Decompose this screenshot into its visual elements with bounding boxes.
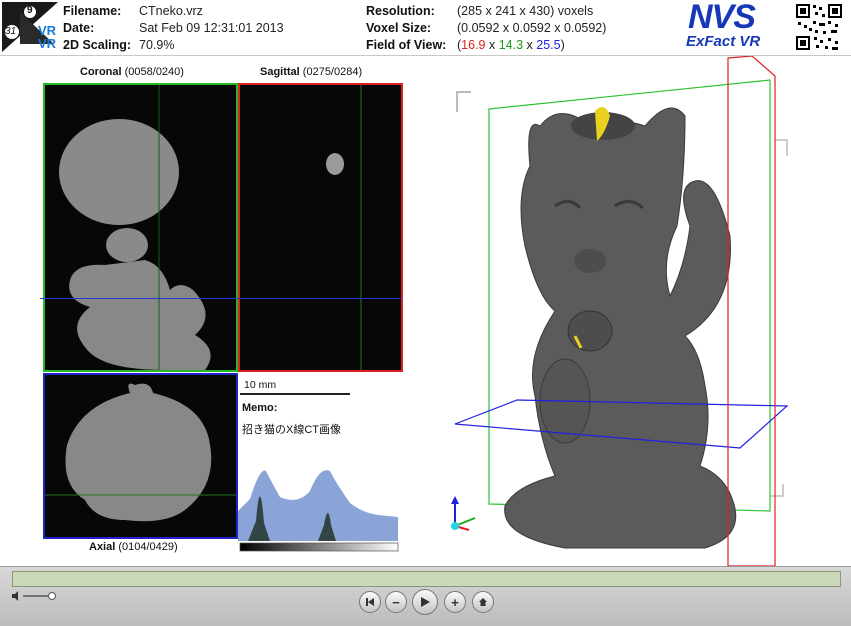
progress-track[interactable]: [12, 571, 841, 587]
scale-bar-label: 10 mm: [244, 379, 277, 391]
brand-logo-top: NVS: [688, 0, 756, 36]
fov-label: Field of View:: [366, 38, 447, 52]
axial-view[interactable]: [43, 373, 238, 539]
viewer-area: Coronal (0058/0240) Sagittal (0275/0284)…: [0, 55, 851, 567]
speaker-icon: [12, 591, 18, 601]
voxel-size-label: Voxel Size:: [366, 21, 432, 35]
fov-z: 25.5: [536, 38, 561, 52]
badge-top-number: 9: [27, 5, 33, 16]
scale-bar: [240, 393, 350, 395]
fov-value: (16.9 x 14.3 x 25.5): [457, 38, 565, 52]
date-value: Sat Feb 09 12:31:01 2013: [139, 21, 284, 35]
scaling-label: 2D Scaling:: [63, 38, 132, 52]
volume-render-view[interactable]: [445, 55, 845, 567]
skip-back-icon: [366, 598, 374, 606]
zoom-in-button[interactable]: +: [444, 591, 466, 613]
filename-label: Filename:: [63, 4, 122, 18]
app-badge-icon: 9 31 VR VR: [2, 2, 58, 52]
info-header: 9 31 VR VR Filename: CTneko.vrz Date: Sa…: [0, 0, 851, 56]
histogram-panel[interactable]: [238, 461, 400, 553]
qr-code-icon: [795, 3, 843, 51]
resolution-label: Resolution:: [366, 4, 435, 18]
memo-text[interactable]: 招き猫のX線CT画像: [242, 421, 341, 437]
play-icon: [421, 597, 430, 607]
badge-vr-bottom: VR: [38, 36, 57, 51]
brand-logo-bottom: ExFact VR: [686, 33, 761, 50]
coronal-title: Coronal (0058/0240): [80, 66, 184, 78]
coronal-view[interactable]: [43, 83, 238, 372]
voxel-size-value: (0.0592 x 0.0592 x 0.0592): [457, 21, 607, 35]
home-icon: [479, 598, 487, 606]
scaling-value: 70.9%: [139, 38, 175, 52]
resolution-value: (285 x 241 x 430) voxels: [457, 4, 594, 18]
brand-logo: NVS ExFact VR: [686, 0, 791, 52]
badge-side-number: 31: [5, 26, 17, 37]
fov-x: 16.9: [461, 38, 486, 52]
sagittal-view[interactable]: [238, 83, 403, 372]
zoom-out-button[interactable]: −: [385, 591, 407, 613]
volume-slider[interactable]: [12, 589, 58, 601]
date-label: Date:: [63, 21, 95, 35]
memo-label: Memo:: [242, 402, 278, 414]
minus-icon: −: [392, 594, 400, 610]
axial-slice-line: [40, 298, 402, 299]
sagittal-title: Sagittal (0275/0284): [260, 66, 363, 78]
fov-y: 14.3: [498, 38, 524, 52]
play-button[interactable]: [412, 589, 438, 615]
axial-title: Axial (0104/0429): [89, 541, 178, 553]
skip-back-button[interactable]: [359, 591, 381, 613]
home-button[interactable]: [472, 591, 494, 613]
plus-icon: +: [451, 594, 459, 610]
filename-value: CTneko.vrz: [139, 4, 203, 18]
